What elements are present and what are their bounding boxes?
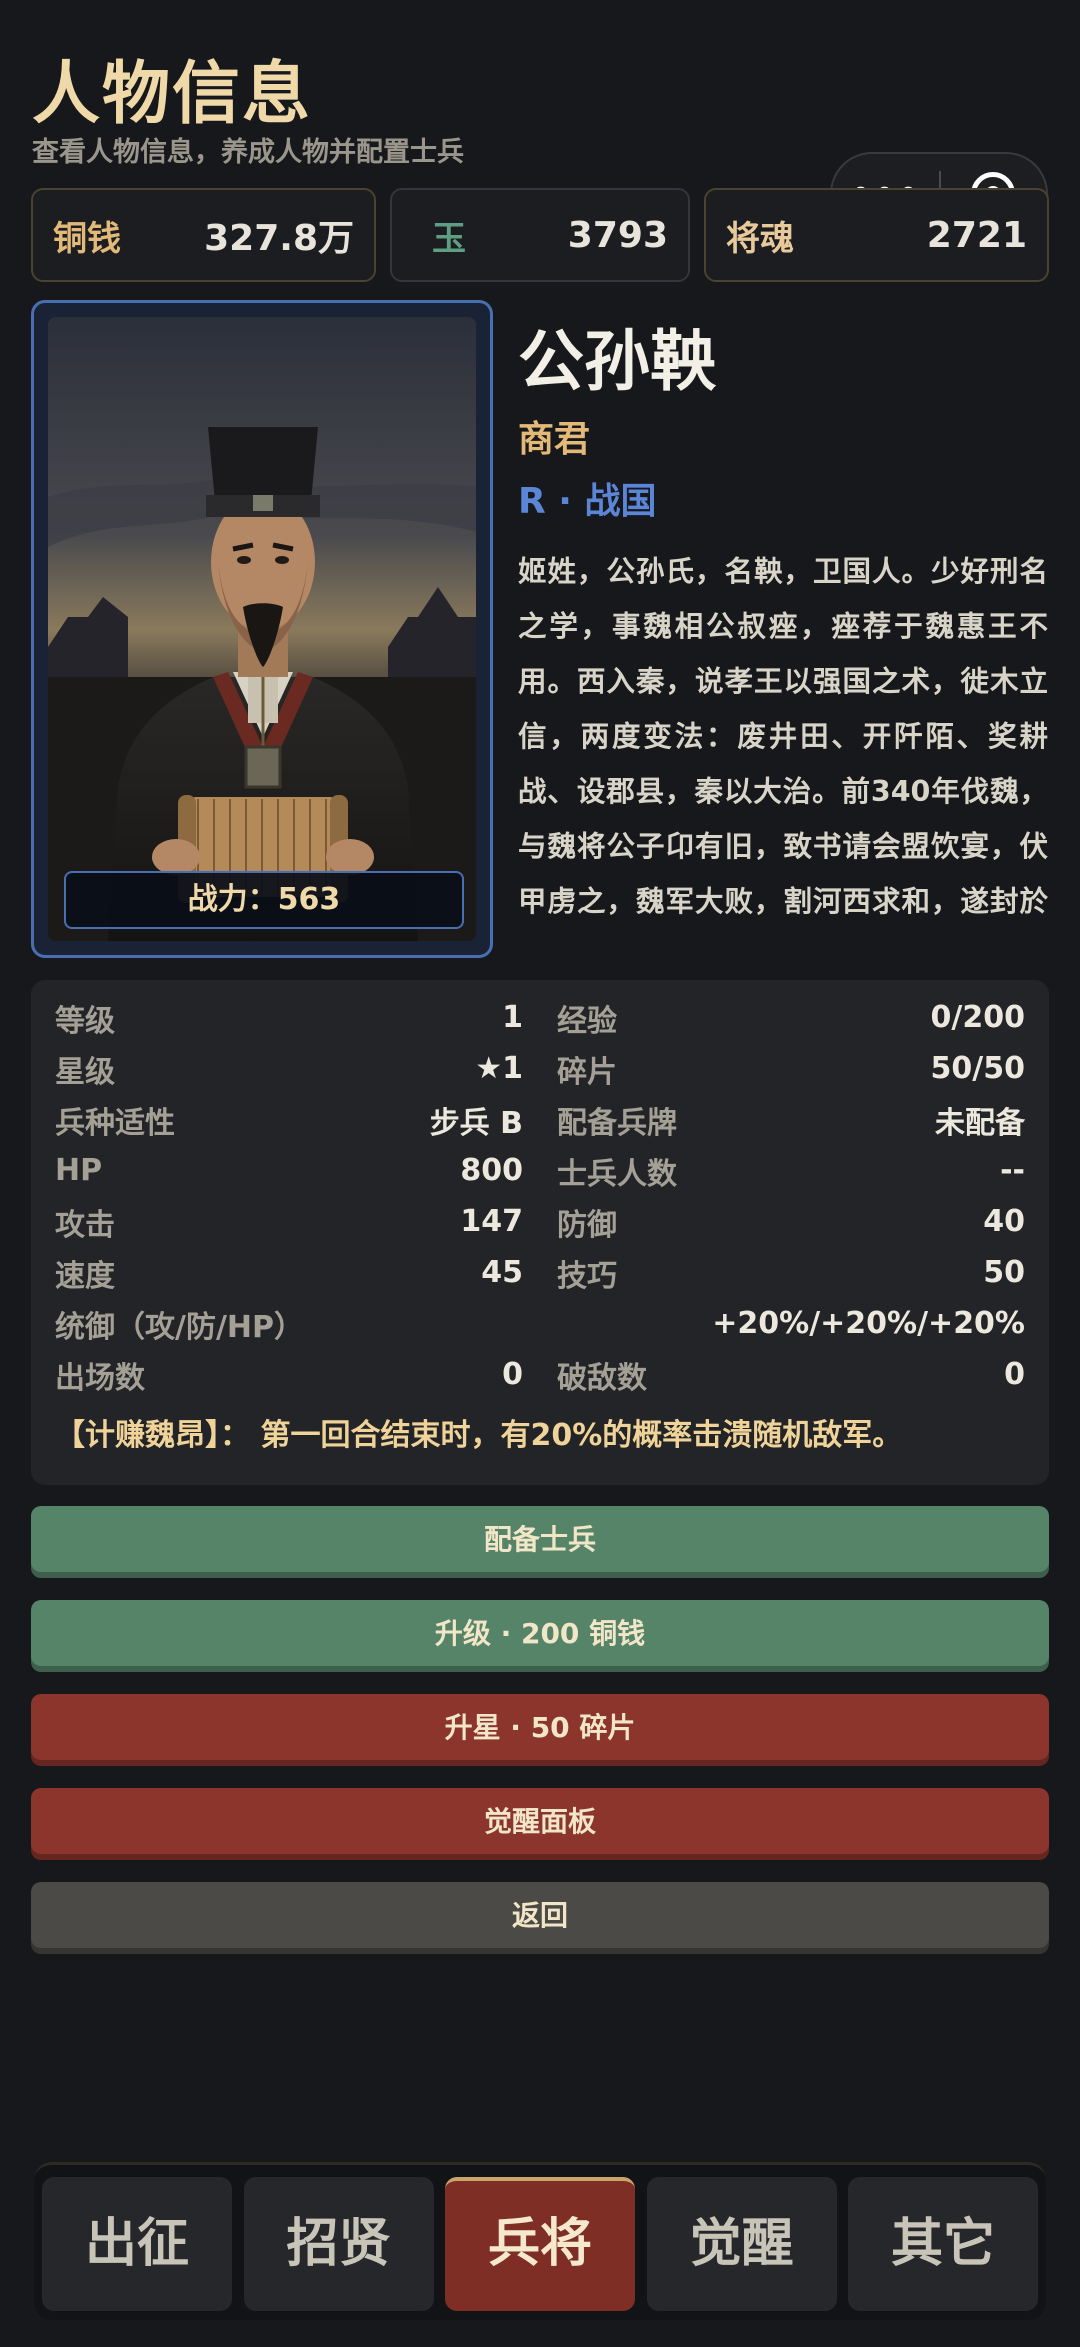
- currency-label: 玉: [432, 218, 466, 259]
- stat-value: 50/50: [930, 1051, 1025, 1086]
- stat-value: 步兵 B: [429, 1105, 523, 1141]
- tab-generals[interactable]: 兵将: [445, 2177, 635, 2311]
- currency-value: 2721: [926, 214, 1027, 256]
- stat-value: 0/200: [930, 1000, 1025, 1035]
- back-button[interactable]: 返回: [31, 1882, 1049, 1954]
- stat-row: 士兵人数 --: [557, 1145, 1025, 1196]
- stat-label: 碎片: [557, 1054, 617, 1090]
- stat-value: 0: [502, 1357, 523, 1392]
- stat-row: 速度 45: [55, 1247, 523, 1298]
- battles-stat: 出场数 0: [55, 1349, 523, 1400]
- tab-awaken[interactable]: 觉醒: [646, 2177, 837, 2311]
- stat-value: 50: [983, 1255, 1025, 1290]
- hero-skill: 【计赚魏昂】： 第一回合结束时，有20%的概率击溃随机敌军。: [55, 1418, 903, 1453]
- stat-label: 技巧: [557, 1258, 617, 1294]
- stat-row: 星级 ★1: [55, 1043, 523, 1094]
- page-subtitle: 查看人物信息，养成人物并配置士兵: [32, 137, 464, 168]
- stat-row: 碎片 50/50: [557, 1043, 1025, 1094]
- tab-expedition[interactable]: 出征: [42, 2177, 232, 2311]
- bottom-tab-bar: 出征 招贤 兵将 觉醒 其它: [34, 2162, 1046, 2320]
- stat-value: 未配备: [935, 1105, 1025, 1141]
- stat-row: 等级 1: [55, 992, 523, 1043]
- stat-row: 防御 40: [557, 1196, 1025, 1247]
- currency-soul: 将魂 2721: [704, 188, 1049, 282]
- stat-label: 星级: [55, 1054, 115, 1090]
- combat-power-badge: 战力：563: [64, 871, 464, 929]
- stat-label: 士兵人数: [557, 1156, 677, 1192]
- stat-row: HP 800: [55, 1145, 523, 1196]
- tab-other[interactable]: 其它: [848, 2177, 1038, 2311]
- stat-label: 配备兵牌: [557, 1105, 677, 1141]
- stat-value: 45: [481, 1255, 523, 1290]
- hero-rarity: R · 战国: [518, 481, 657, 522]
- level-up-button[interactable]: 升级 · 200 铜钱: [31, 1600, 1049, 1672]
- stat-row: 攻击 147: [55, 1196, 523, 1247]
- stat-value: --: [1000, 1153, 1025, 1188]
- hero-name: 公孙鞅: [518, 322, 716, 400]
- command-label: 统御（攻/防/HP）: [55, 1309, 305, 1345]
- stat-label: 经验: [557, 1003, 617, 1039]
- hero-biography[interactable]: 姬姓，公孙氏，名鞅，卫国人。少好刑名之学，事魏相公叔痤，痤荐于魏惠王不用。西入秦…: [518, 544, 1048, 924]
- hero-portrait-card[interactable]: 战力：563: [31, 300, 493, 958]
- stats-panel: 等级 1 经验 0/200 星级 ★1 碎片 50/50 兵种适性 步兵 B 配备兵牌 未配…: [31, 980, 1049, 1485]
- stat-label: 防御: [557, 1207, 617, 1243]
- stat-value: ★1: [475, 1051, 523, 1086]
- stat-row: 配备兵牌 未配备: [557, 1094, 1025, 1145]
- page-title: 人物信息: [32, 54, 313, 134]
- currency-label: 将魂: [726, 218, 794, 259]
- awaken-panel-button[interactable]: 觉醒面板: [31, 1788, 1049, 1860]
- currency-label: 铜钱: [53, 218, 121, 259]
- stat-value: 0: [1004, 1357, 1025, 1392]
- stat-label: 等级: [55, 1003, 115, 1039]
- stat-label: 出场数: [55, 1360, 145, 1396]
- tab-recruit[interactable]: 招贤: [243, 2177, 434, 2311]
- stat-row: 兵种适性 步兵 B: [55, 1094, 523, 1145]
- stat-value: 1: [502, 1000, 523, 1035]
- command-value: +20%/+20%/+20%: [712, 1306, 1025, 1341]
- record-stats: 出场数 0 破敌数 0: [55, 1349, 1025, 1400]
- hero-title: 商君: [518, 419, 591, 460]
- command-stat-row: 统御（攻/防/HP） +20%/+20%/+20%: [55, 1298, 1025, 1349]
- stat-value: 800: [460, 1153, 523, 1188]
- stat-label: 破敌数: [557, 1360, 647, 1396]
- stat-value: 147: [460, 1204, 523, 1239]
- stat-row: 技巧 50: [557, 1247, 1025, 1298]
- currency-copper: 铜钱 327.8万: [31, 188, 376, 282]
- stat-value: 40: [983, 1204, 1025, 1239]
- stat-label: 兵种适性: [55, 1105, 175, 1141]
- stat-label: HP: [55, 1153, 103, 1188]
- stat-label: 攻击: [55, 1207, 115, 1243]
- currency-jade: 玉 3793: [390, 188, 690, 282]
- stat-label: 速度: [55, 1258, 115, 1294]
- equip-soldiers-button[interactable]: 配备士兵: [31, 1506, 1049, 1578]
- stat-row: 经验 0/200: [557, 992, 1025, 1043]
- stats-grid: 等级 1 经验 0/200 星级 ★1 碎片 50/50 兵种适性 步兵 B 配备兵牌 未配…: [55, 992, 1025, 1298]
- star-up-button[interactable]: 升星 · 50 碎片: [31, 1694, 1049, 1766]
- hero-portrait: [48, 317, 476, 941]
- portrait-illustration: [48, 317, 476, 941]
- kills-stat: 破敌数 0: [557, 1349, 1025, 1400]
- currency-value: 3793: [567, 214, 668, 256]
- currency-value: 327.8万: [204, 218, 354, 259]
